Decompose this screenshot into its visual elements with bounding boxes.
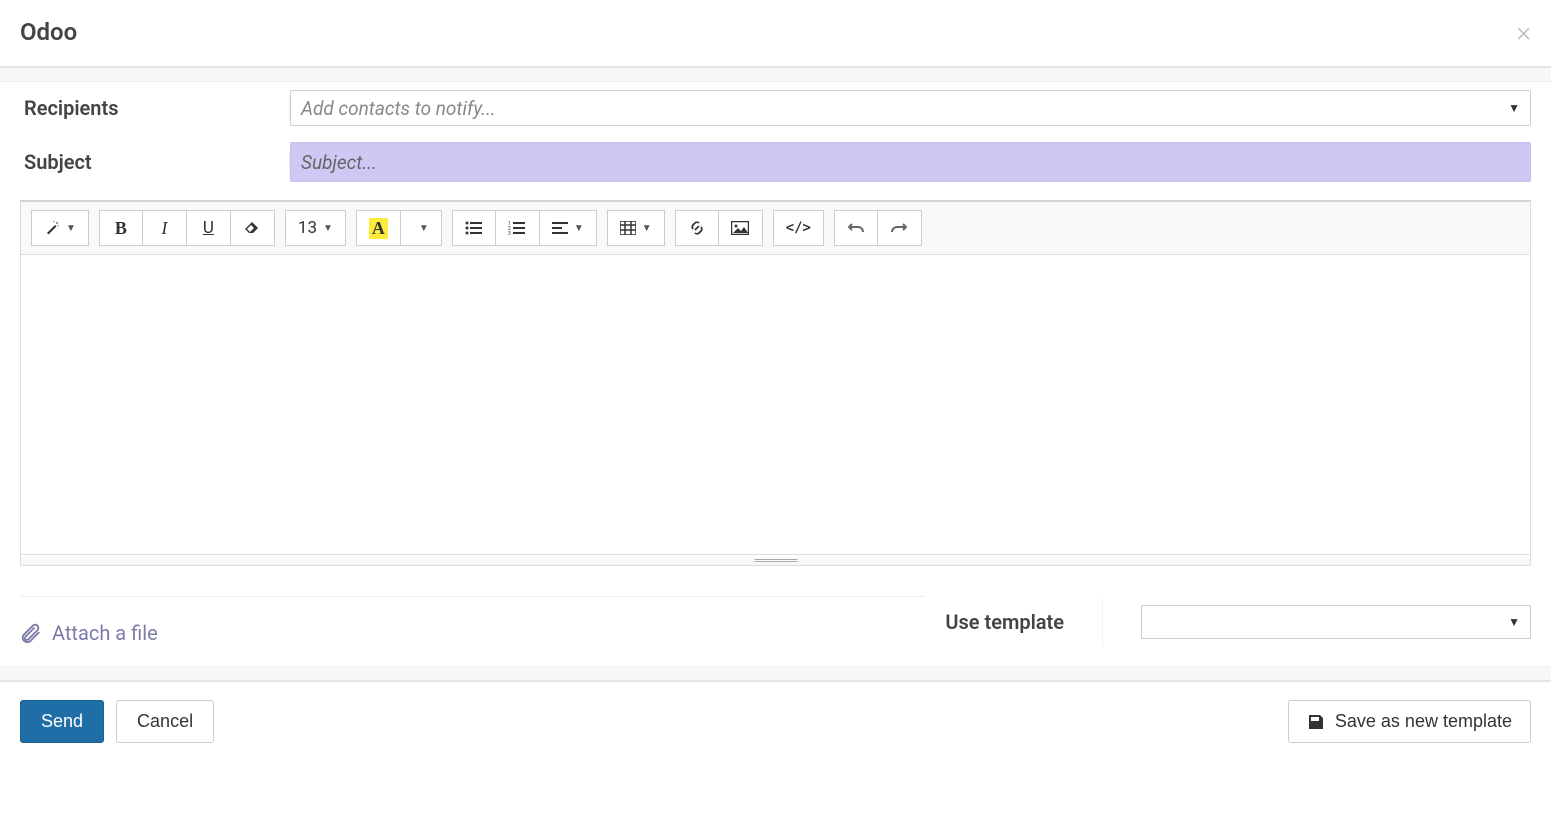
dialog-header: Odoo × <box>0 0 1551 68</box>
below-editor-row: Attach a file Use template ▼ <box>0 566 1551 666</box>
unordered-list-button[interactable] <box>452 210 496 246</box>
svg-text:3: 3 <box>508 231 511 235</box>
underline-icon: U <box>203 218 214 238</box>
redo-button[interactable] <box>878 210 922 246</box>
save-icon <box>1307 713 1325 731</box>
save-as-template-label: Save as new template <box>1335 711 1512 732</box>
font-color-button[interactable]: A <box>356 210 401 246</box>
recipients-placeholder: Add contacts to notify... <box>301 97 496 120</box>
close-icon[interactable]: × <box>1516 18 1531 46</box>
table-icon <box>620 221 636 235</box>
undo-icon <box>848 220 864 236</box>
subject-row: Subject Subject... <box>20 134 1531 190</box>
editor-body[interactable] <box>21 255 1530 555</box>
remove-format-button[interactable] <box>231 210 275 246</box>
paperclip-icon <box>20 622 42 644</box>
bold-icon: B <box>115 218 127 239</box>
chevron-down-icon: ▼ <box>323 223 333 234</box>
subject-input[interactable]: Subject... <box>290 142 1531 182</box>
eraser-icon <box>243 221 261 235</box>
subject-label: Subject <box>20 150 290 174</box>
table-button[interactable]: ▼ <box>607 210 665 246</box>
font-size-label: 13 <box>298 218 317 238</box>
magic-wand-icon <box>44 220 60 236</box>
cancel-button[interactable]: Cancel <box>116 700 214 743</box>
chevron-down-icon: ▼ <box>574 223 584 234</box>
redo-icon <box>891 220 907 236</box>
link-button[interactable] <box>675 210 719 246</box>
link-icon <box>689 220 705 236</box>
attach-file-link[interactable]: Attach a file <box>20 621 158 645</box>
chevron-down-icon: ▼ <box>419 223 429 234</box>
divider <box>1102 598 1103 646</box>
chevron-down-icon: ▼ <box>1508 101 1520 115</box>
italic-button[interactable]: I <box>143 210 187 246</box>
compose-form: Recipients Add contacts to notify... ▼ S… <box>0 82 1551 190</box>
recipients-label: Recipients <box>20 96 290 120</box>
attach-file-label: Attach a file <box>52 621 158 645</box>
code-view-button[interactable]: </> <box>773 210 824 246</box>
dialog-footer: Send Cancel Save as new template <box>0 680 1551 761</box>
font-color-icon: A <box>369 218 388 239</box>
list-ul-icon <box>465 221 483 235</box>
template-select[interactable]: ▼ <box>1141 605 1531 639</box>
recipients-row: Recipients Add contacts to notify... ▼ <box>20 82 1531 134</box>
divider-band <box>0 68 1551 82</box>
recipients-input[interactable]: Add contacts to notify... ▼ <box>290 90 1531 126</box>
rich-text-editor: ▼ B I U 13 ▼ A ▼ <box>20 200 1531 566</box>
font-size-button[interactable]: 13 ▼ <box>285 210 346 246</box>
save-as-template-button[interactable]: Save as new template <box>1288 700 1531 743</box>
resize-handle[interactable] <box>21 555 1530 565</box>
list-ol-icon: 123 <box>508 221 526 235</box>
send-button[interactable]: Send <box>20 700 104 743</box>
ordered-list-button[interactable]: 123 <box>496 210 540 246</box>
subject-placeholder: Subject... <box>301 151 377 174</box>
paragraph-align-button[interactable]: ▼ <box>540 210 597 246</box>
bg-color-button[interactable]: ▼ <box>401 210 442 246</box>
code-icon: </> <box>786 220 811 236</box>
undo-button[interactable] <box>834 210 878 246</box>
style-button[interactable]: ▼ <box>31 210 89 246</box>
grip-icon <box>754 559 798 562</box>
image-icon <box>731 221 749 235</box>
italic-icon: I <box>161 218 167 239</box>
align-left-icon <box>552 221 568 235</box>
use-template-label: Use template <box>945 610 1064 634</box>
divider-band <box>0 666 1551 680</box>
chevron-down-icon: ▼ <box>1508 615 1520 629</box>
dialog-title: Odoo <box>20 18 77 46</box>
bold-button[interactable]: B <box>99 210 143 246</box>
chevron-down-icon: ▼ <box>66 223 76 234</box>
underline-button[interactable]: U <box>187 210 231 246</box>
editor-toolbar: ▼ B I U 13 ▼ A ▼ <box>21 202 1530 255</box>
image-button[interactable] <box>719 210 763 246</box>
chevron-down-icon: ▼ <box>642 223 652 234</box>
